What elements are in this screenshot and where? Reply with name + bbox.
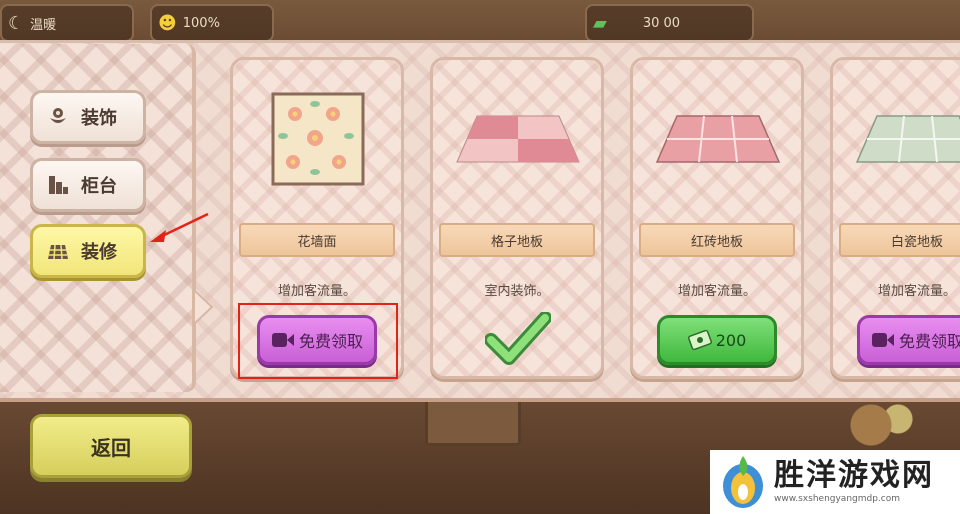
tiles-icon <box>48 244 68 260</box>
background-decor <box>835 395 925 455</box>
item-card-red-brick-floor[interactable]: 红砖地板 增加客流量。 200 <box>630 57 804 379</box>
button-label: 免费领取 <box>898 332 960 351</box>
watermark: 胜洋游戏网 www.sxshengyangmdp.com <box>710 450 960 514</box>
card-title: 白瓷地板 <box>839 223 960 257</box>
highlight-box <box>238 303 398 379</box>
card-thumbnail <box>243 80 393 198</box>
card-title: 花墙面 <box>239 223 395 257</box>
card-title: 格子地板 <box>439 223 595 257</box>
watermark-title: 胜洋游戏网 <box>774 458 934 493</box>
free-claim-button[interactable]: 免费领取 <box>857 315 960 365</box>
card-description: 增加客流量。 <box>277 284 356 299</box>
background-crate <box>425 398 521 446</box>
item-card-white-tile-floor[interactable]: 白瓷地板 增加客流量。 免费领取 <box>830 57 960 379</box>
red-brick-floor-icon <box>655 115 781 163</box>
cash-icon <box>687 330 712 350</box>
satisfaction-chip: ☻ 100% <box>150 4 274 42</box>
watermark-url: www.sxshengyangmdp.com <box>774 494 901 504</box>
tab-label: 装饰 <box>81 108 117 129</box>
flower-wall-icon <box>271 92 365 186</box>
weather-text: 温暖 <box>30 17 57 33</box>
tab-label: 柜台 <box>81 176 117 197</box>
checkmark-icon <box>485 312 551 365</box>
red-pointer-arrow <box>150 212 209 242</box>
weather-chip: ☾ 温暖 <box>0 4 134 42</box>
tab-renovation[interactable]: 装修 <box>30 224 146 278</box>
tab-counter[interactable]: 柜台 <box>30 158 146 212</box>
card-thumbnail <box>643 80 793 198</box>
top-hud: ☾ 温暖 ☻ 100% ▰ 30 00 <box>0 0 960 44</box>
item-card-checker-floor[interactable]: 格子地板 室内装饰。 <box>430 57 604 379</box>
watermark-logo-icon <box>723 456 763 508</box>
card-description: 增加客流量。 <box>677 284 756 299</box>
card-description: 室内装饰。 <box>484 284 550 299</box>
white-tile-floor-icon <box>855 115 960 163</box>
video-icon <box>871 333 894 347</box>
smiley-icon: ☻ <box>158 12 177 34</box>
watermark-text: 胜洋游戏网 www.sxshengyangmdp.com <box>774 458 934 505</box>
game-screen: ☾ 温暖 ☻ 100% ▰ 30 00 装饰 柜台 装修 花墙面 增加客流量。 … <box>0 0 960 514</box>
card-thumbnail <box>843 80 960 198</box>
card-thumbnail <box>443 80 593 198</box>
card-description: 增加客流量。 <box>877 284 956 299</box>
counter-icon <box>49 176 68 194</box>
back-button[interactable]: 返回 <box>30 414 192 478</box>
tab-decoration[interactable]: 装饰 <box>30 90 146 144</box>
card-title: 红砖地板 <box>639 223 795 257</box>
tab-label: 装修 <box>81 242 117 263</box>
moon-icon: ☾ <box>8 12 25 34</box>
panel-notch <box>194 290 214 324</box>
checker-floor-icon <box>456 115 580 163</box>
flower-icon <box>50 108 66 123</box>
buy-button[interactable]: 200 <box>657 315 777 365</box>
satisfaction-text: 100% <box>182 15 220 31</box>
price-label: 200 <box>715 330 747 350</box>
money-text: 30 00 <box>642 15 681 31</box>
money-chip: ▰ 30 00 <box>585 4 754 42</box>
cash-icon: ▰ <box>593 12 607 34</box>
